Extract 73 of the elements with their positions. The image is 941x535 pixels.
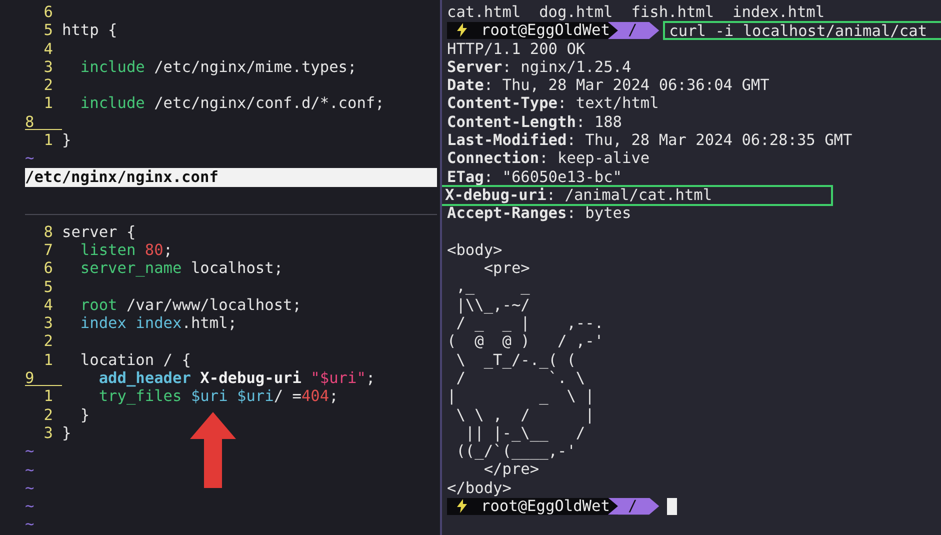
code-line: location / { — [79, 350, 191, 370]
line-number: 6 — [42, 3, 54, 22]
body-output-line: \ _T_/-._( ( — [455, 350, 576, 369]
code-line: } — [62, 131, 72, 150]
code-line: } — [62, 424, 72, 442]
tilde-marker: ~ — [25, 149, 34, 168]
body-output-line: || |-_\__ / — [464, 424, 586, 442]
tilde-marker: ~ — [25, 497, 34, 516]
line-number: 4 — [42, 40, 54, 58]
line-number: 7 — [42, 240, 54, 260]
code-line: add_header X-debug-uri "$uri"; — [98, 369, 376, 388]
prompt-user-segment: root@EggOldWet — [447, 22, 618, 39]
line-number: 4 — [42, 296, 54, 314]
body-output-line: </body> — [447, 478, 512, 498]
line-number: 3 — [42, 314, 54, 332]
line-number: 8 — [25, 112, 62, 130]
command-text: curl -i localhost/animal/cat — [663, 20, 941, 40]
code-line: http { — [62, 21, 118, 40]
response-header: Date: Thu, 28 Mar 2024 06:36:04 GMT — [447, 76, 770, 94]
code-line: include /etc/nginx/conf.d/*.conf; — [79, 94, 384, 113]
tilde-marker: ~ — [25, 478, 34, 498]
lightning-icon — [457, 23, 467, 38]
line-number: 2 — [42, 406, 54, 424]
body-output-line: ,_ _ — [455, 277, 530, 296]
line-number: 8 — [42, 222, 54, 241]
prompt-path-segment: / — [608, 22, 660, 39]
tilde-marker: ~ — [25, 460, 34, 479]
line-number: 5 — [42, 21, 54, 40]
response-header: Last-Modified: Thu, 28 Mar 2024 06:28:35 GMT — [447, 131, 852, 150]
body-output-line: | _ \ | — [447, 387, 594, 406]
response-header: Connection: keep-alive — [447, 149, 650, 168]
response-header: ETag: "66050e13-bc" — [447, 168, 622, 186]
line-number: 1 — [42, 387, 54, 406]
line-number: 6 — [42, 259, 54, 278]
response-header: X-debug-uri: /animal/cat.html — [442, 186, 831, 204]
body-output-line: <pre> — [482, 259, 530, 278]
response-header: Accept-Ranges: bytes — [447, 204, 632, 223]
body-output-line: ((_/`(____,-' — [455, 442, 576, 460]
line-number: 9 — [25, 369, 62, 386]
code-line: try_files $uri $uri/ =404; — [98, 387, 338, 406]
code-line: server { — [62, 222, 136, 241]
tilde-marker: ~ — [25, 515, 34, 534]
line-number: 3 — [42, 424, 54, 442]
code-line: include /etc/nginx/mime.types; — [79, 58, 357, 76]
response-header: Content-Type: text/html — [447, 94, 659, 113]
prompt-path-segment: / — [608, 498, 660, 515]
prompt-user-segment: root@EggOldWet — [447, 498, 618, 515]
body-output-line: / `. \ — [455, 368, 586, 388]
line-number: 1 — [42, 94, 54, 113]
file-status-bar: /etc/nginx/nginx.conf — [25, 168, 437, 187]
body-output-line: </pre> — [482, 460, 540, 479]
response-header: Server: nginx/1.25.4 — [447, 58, 632, 76]
line-number: 1 — [42, 131, 54, 150]
line-number: 3 — [42, 58, 54, 76]
tilde-marker: ~ — [25, 442, 34, 461]
body-output-line: / _ _ | ,--. — [455, 314, 604, 332]
response-header: Content-Length: 188 — [447, 112, 622, 132]
lightning-icon — [457, 499, 467, 514]
code-line: listen 80; — [79, 240, 173, 260]
body-output-line: \ \ , / | — [455, 406, 594, 424]
code-line: root /var/www/localhost; — [79, 296, 302, 314]
code-line: index index.html; — [79, 314, 237, 332]
line-number: 5 — [42, 278, 54, 296]
line-number: 2 — [42, 332, 54, 351]
body-output-line: |\\_,-~/ — [455, 296, 530, 314]
body-output-line: <body> — [447, 240, 502, 260]
code-line: server_name localhost; — [79, 259, 284, 278]
body-output-line: ( @ @ ) / ,-' — [447, 332, 604, 351]
code-line: } — [79, 406, 90, 424]
file-listing: cat.html dog.html fish.html index.html — [447, 3, 825, 22]
line-number: 2 — [42, 76, 54, 94]
status-line-text: HTTP/1.1 200 OK — [447, 40, 586, 58]
line-number: 1 — [42, 350, 54, 370]
